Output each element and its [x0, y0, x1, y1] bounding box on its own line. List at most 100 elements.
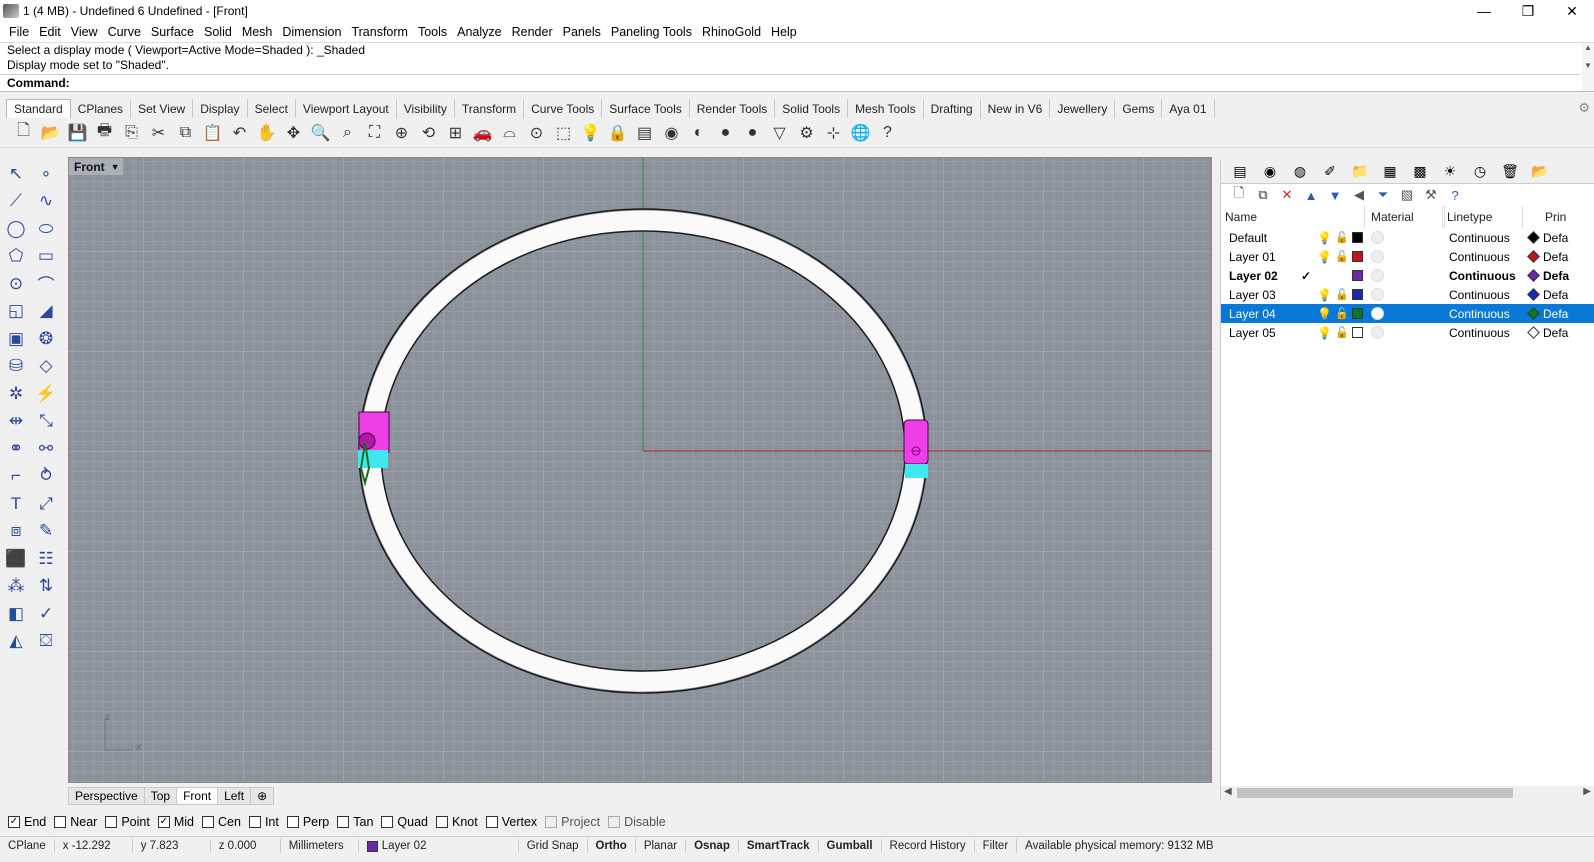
- zoom-window-button[interactable]: ⌕: [334, 120, 361, 146]
- print-color[interactable]: [1527, 228, 1540, 247]
- menu-item-rhinogold[interactable]: RhinoGold: [697, 25, 766, 39]
- status-osnap[interactable]: Osnap: [686, 839, 739, 853]
- tab-standard[interactable]: Standard: [6, 99, 71, 118]
- gear-button[interactable]: ⚙: [793, 120, 820, 146]
- osnap-perp[interactable]: Perp: [286, 815, 329, 829]
- layer-linetype[interactable]: Continuous: [1449, 323, 1510, 342]
- tab-display[interactable]: Display: [193, 99, 248, 118]
- menu-item-tools[interactable]: Tools: [413, 25, 452, 39]
- dimension-icon[interactable]: ⤢: [32, 490, 60, 518]
- help-icon[interactable]: ?: [1443, 185, 1467, 205]
- tab-drafting[interactable]: Drafting: [924, 99, 981, 118]
- menu-item-analyze[interactable]: Analyze: [452, 25, 506, 39]
- material-circle[interactable]: [1371, 323, 1384, 342]
- light-bulb-button[interactable]: 💡: [577, 120, 604, 146]
- gear-icon[interactable]: ⚙: [1578, 100, 1590, 116]
- circle-center-icon[interactable]: ⊙: [2, 270, 30, 298]
- checkbox[interactable]: [485, 816, 498, 828]
- fillet-icon[interactable]: ⌐: [2, 463, 30, 491]
- tab-render-tools[interactable]: Render Tools: [690, 99, 776, 118]
- array-icon[interactable]: ☷: [32, 545, 60, 573]
- circle-icon[interactable]: ◯: [2, 215, 30, 243]
- status-gumball[interactable]: Gumball: [819, 839, 882, 853]
- minimize-button[interactable]: —: [1462, 0, 1506, 22]
- rhinogold-tab-icon[interactable]: ▩: [1405, 161, 1435, 183]
- distance-icon[interactable]: ⇅: [32, 573, 60, 601]
- rotate-view-button[interactable]: ✥: [280, 120, 307, 146]
- column-header-linetype[interactable]: Linetype: [1443, 206, 1523, 228]
- edit-icon[interactable]: ✎: [32, 518, 60, 546]
- layer-name[interactable]: Default: [1229, 228, 1267, 247]
- offset-icon[interactable]: ⥁: [32, 463, 60, 491]
- layer-row[interactable]: Layer 01 💡 🔓 Continuous Defa: [1221, 247, 1594, 266]
- new-file-button[interactable]: 🗋: [10, 120, 37, 146]
- polyline-icon[interactable]: ⟋: [2, 188, 30, 216]
- menu-item-file[interactable]: File: [4, 25, 34, 39]
- open-folder-button[interactable]: 📂: [37, 120, 64, 146]
- unlock-icon[interactable]: 🔓: [1335, 304, 1349, 323]
- viewport-tab-left[interactable]: Left: [218, 787, 252, 805]
- osnap-project[interactable]: Project: [545, 815, 600, 829]
- undo-button[interactable]: ↶: [226, 120, 253, 146]
- layer-state-icon[interactable]: ▧: [1395, 185, 1419, 205]
- move-icon[interactable]: ⇹: [2, 408, 30, 436]
- new-layer-icon[interactable]: 🗋: [1227, 185, 1251, 205]
- explode-icon[interactable]: ✲: [2, 380, 30, 408]
- tab-new-in-v6[interactable]: New in V6: [981, 99, 1051, 118]
- group-icon[interactable]: ⚭: [2, 435, 30, 463]
- status-units[interactable]: Millimeters: [281, 839, 359, 853]
- tab-gems[interactable]: Gems: [1115, 99, 1163, 118]
- render-icon[interactable]: ◭: [2, 628, 30, 656]
- status-record-history[interactable]: Record History: [882, 839, 975, 853]
- command-scrollbar[interactable]: ▲ ▼: [1582, 43, 1594, 91]
- undo-view-button[interactable]: ⟲: [415, 120, 442, 146]
- save-button[interactable]: 💾: [64, 120, 91, 146]
- print-color[interactable]: [1527, 285, 1540, 304]
- osnap-point[interactable]: Point: [105, 815, 150, 829]
- menu-item-transform[interactable]: Transform: [346, 25, 413, 39]
- menu-item-view[interactable]: View: [66, 25, 103, 39]
- light-bulb-icon[interactable]: 💡: [1317, 285, 1332, 304]
- command-input[interactable]: [73, 75, 1474, 91]
- zoom-extents-button[interactable]: ⛶: [361, 120, 388, 146]
- osnap-quad[interactable]: Quad: [381, 815, 428, 829]
- cplane-button[interactable]: ⌓: [496, 120, 523, 146]
- layer-color-swatch[interactable]: [1352, 228, 1363, 247]
- tab-transform[interactable]: Transform: [455, 99, 525, 118]
- osnap-tan[interactable]: Tan: [337, 815, 373, 829]
- status-planar[interactable]: Planar: [636, 839, 687, 853]
- paste-button[interactable]: 📋: [199, 120, 226, 146]
- viewport-title[interactable]: Front ▼: [69, 158, 123, 175]
- shaded-sphere-button[interactable]: ●: [712, 120, 739, 146]
- block-icon[interactable]: ⧈: [2, 518, 30, 546]
- layer-linetype[interactable]: Continuous: [1449, 266, 1516, 285]
- checkbox[interactable]: [436, 816, 448, 828]
- tab-set-view[interactable]: Set View: [131, 99, 194, 118]
- analyze-icon[interactable]: ◧: [2, 600, 30, 628]
- layer-linetype[interactable]: Continuous: [1449, 228, 1510, 247]
- viewport-tab-front[interactable]: Front: [177, 787, 219, 805]
- add-viewport-icon[interactable]: ⊕: [251, 787, 275, 805]
- solid-box-icon[interactable]: ⬛: [2, 545, 30, 573]
- trash-tab-icon[interactable]: 🗑: [1495, 161, 1525, 183]
- menu-item-solid[interactable]: Solid: [199, 25, 237, 39]
- status-grid-snap[interactable]: Grid Snap: [519, 839, 588, 853]
- scroll-left-icon[interactable]: ◀: [1224, 786, 1232, 797]
- color-tab-icon[interactable]: ◉: [1255, 161, 1285, 183]
- layers-button[interactable]: ▤: [631, 120, 658, 146]
- files-tab-icon[interactable]: 📁: [1345, 161, 1375, 183]
- layer-name[interactable]: Layer 05: [1229, 323, 1276, 342]
- surface-icon[interactable]: ◱: [2, 298, 30, 326]
- sphere-grey-button[interactable]: ◐: [685, 120, 712, 146]
- material-circle[interactable]: [1371, 228, 1384, 247]
- material-circle[interactable]: [1371, 266, 1384, 285]
- osnap-cen[interactable]: Cen: [202, 815, 241, 829]
- print-color[interactable]: [1527, 266, 1540, 285]
- move-up-icon[interactable]: ▲: [1299, 185, 1323, 205]
- layer-linetype[interactable]: Continuous: [1449, 247, 1510, 266]
- menu-item-paneling-tools[interactable]: Paneling Tools: [606, 25, 697, 39]
- move-down-icon[interactable]: ▼: [1323, 185, 1347, 205]
- tab-aya-01[interactable]: Aya 01: [1162, 99, 1215, 118]
- osnap-knot[interactable]: Knot: [436, 815, 478, 829]
- right-clasp[interactable]: [903, 419, 929, 478]
